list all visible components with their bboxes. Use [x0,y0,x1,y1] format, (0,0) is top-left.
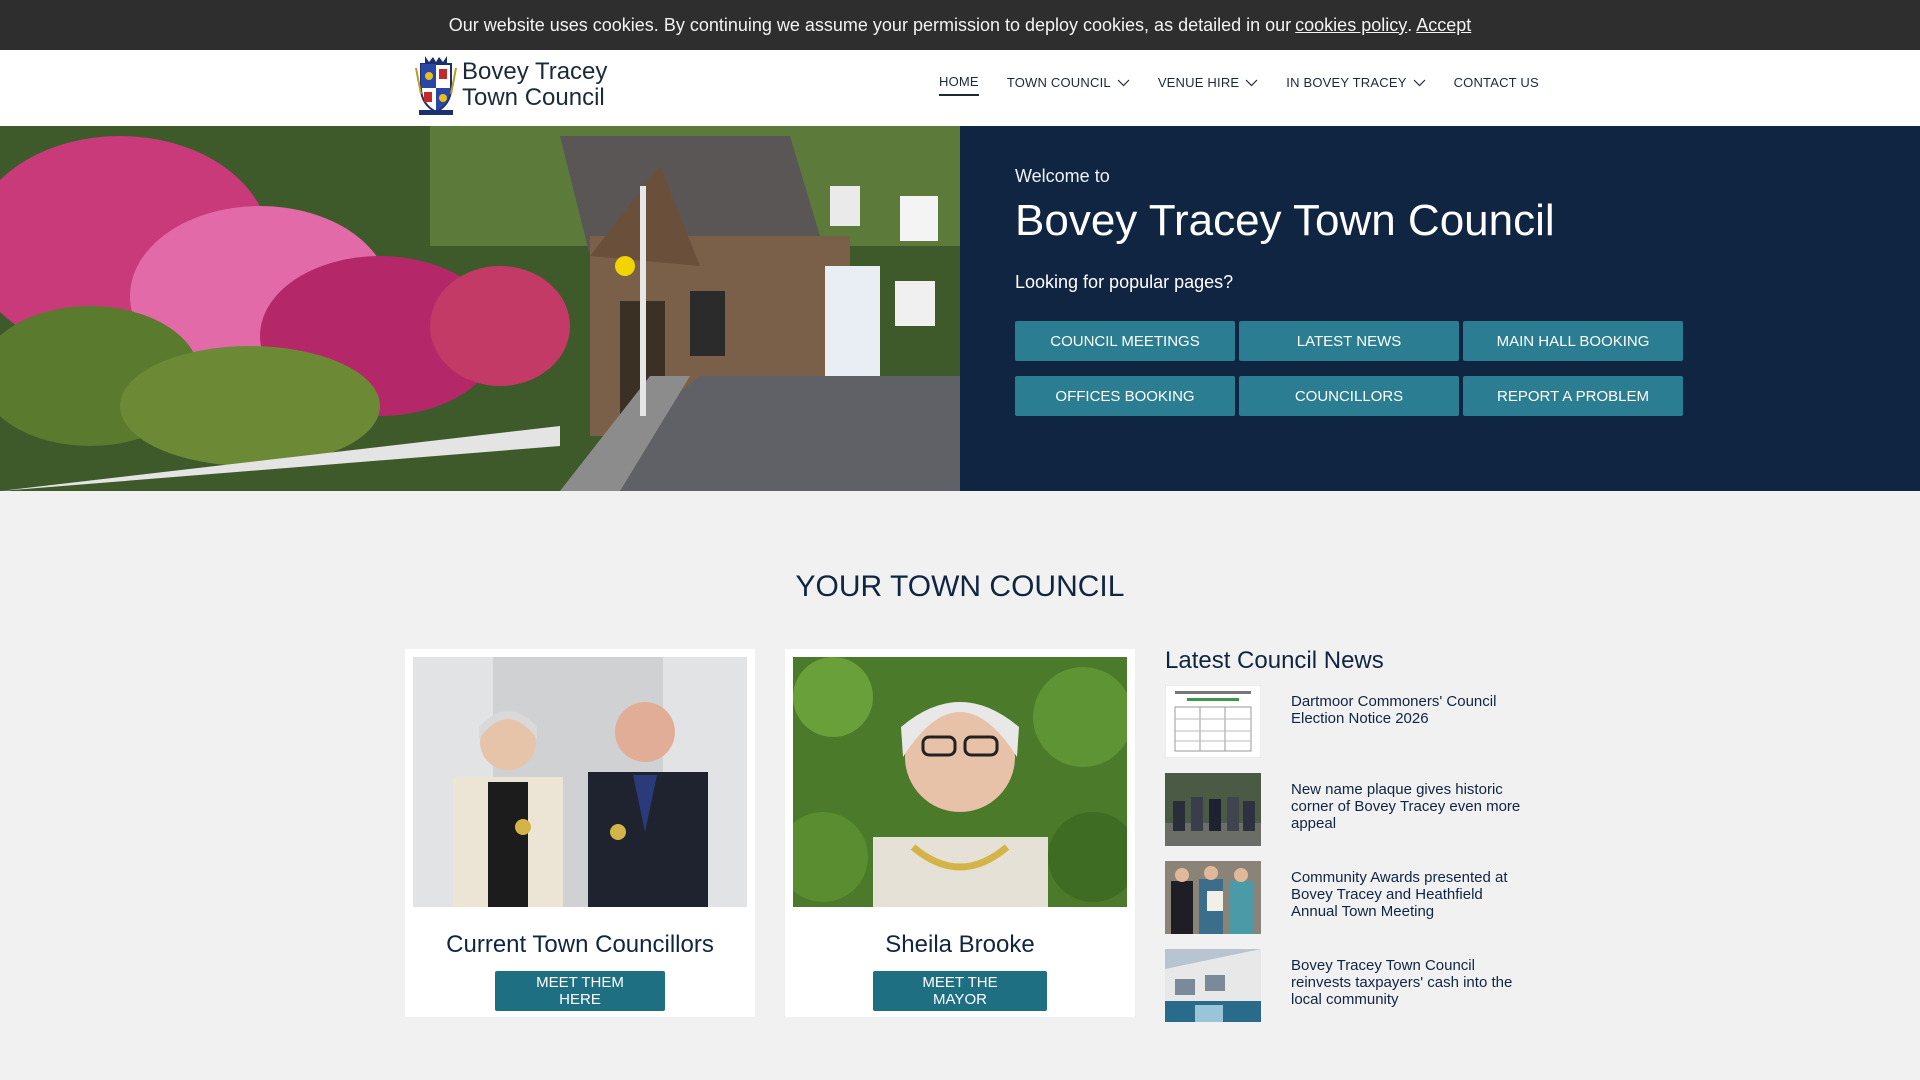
nav-home[interactable]: HOME [939,74,979,96]
popular-pages-label: Looking for popular pages? [1015,272,1234,292]
nav-contact-us-label: CONTACT US [1453,75,1539,90]
hero-title: Bovey Tracey Town Council [1015,196,1555,245]
cookie-banner: Our website uses cookies. By continuing … [0,0,1920,50]
news-item[interactable]: New name plaque gives historic corner of… [1165,773,1525,846]
news-thumbnail [1165,861,1261,934]
councillors-button[interactable]: COUNCILLORS [1239,376,1459,416]
news-headline: Community Awards presented at Bovey Trac… [1291,869,1508,920]
news-item[interactable]: Bovey Tracey Town Council reinvests taxp… [1165,949,1525,1022]
news-thumbnail [1165,949,1261,1022]
councillors-photo [413,657,747,907]
chevron-down-icon [1117,79,1130,86]
hero-image [0,126,960,491]
offices-booking-button[interactable]: OFFICES BOOKING [1015,376,1235,416]
latest-news-title: Latest Council News [1165,647,1384,674]
news-thumbnail [1165,773,1261,846]
site-header: Bovey Tracey Town Council HOME TOWN COUN… [0,50,1920,126]
main-hall-booking-button[interactable]: MAIN HALL BOOKING [1463,321,1683,361]
nav-contact-us[interactable]: CONTACT US [1454,75,1539,95]
latest-news-button[interactable]: LATEST NEWS [1239,321,1459,361]
cookie-message: Our website uses cookies. By continuing … [448,14,1292,35]
nav-venue-hire[interactable]: VENUE HIRE [1158,75,1258,95]
card-title: Current Town Councillors [446,931,714,958]
mayor-photo [793,657,1127,907]
news-headline: Bovey Tracey Town Council reinvests taxp… [1291,957,1513,1008]
logo-text: Bovey Tracey Town Council [462,59,607,111]
nav-in-bovey-tracey-label: IN BOVEY TRACEY [1286,75,1407,90]
logo-line-1: Bovey Tracey [462,58,608,85]
crest-icon [415,56,457,115]
news-item[interactable]: Dartmoor Commoners' Council Election Not… [1165,685,1525,758]
news-headline: New name plaque gives historic corner of… [1291,781,1521,832]
councillors-card: Current Town Councillors MEET THEM HERE [405,649,755,1017]
chevron-down-icon [1245,79,1258,86]
meet-the-mayor-button[interactable]: MEET THE MAYOR [873,971,1047,1011]
council-meetings-button[interactable]: COUNCIL MEETINGS [1015,321,1235,361]
report-a-problem-button[interactable]: REPORT A PROBLEM [1463,376,1683,416]
news-thumbnail [1165,685,1261,758]
nav-venue-hire-label: VENUE HIRE [1157,75,1240,90]
nav-in-bovey-tracey[interactable]: IN BOVEY TRACEY [1286,75,1425,95]
main-nav: HOME TOWN COUNCIL VENUE HIRE IN BOVEY TR… [939,74,1539,96]
news-item[interactable]: Community Awards presented at Bovey Trac… [1165,861,1525,934]
news-headline: Dartmoor Commoners' Council Election Not… [1291,693,1497,727]
latest-news-panel: Latest Council News Dartmoor Commoners' … [1165,647,1525,1037]
site-logo[interactable]: Bovey Tracey Town Council [415,54,607,116]
nav-town-council[interactable]: TOWN COUNCIL [1007,75,1130,95]
welcome-text: Welcome to [1015,166,1110,186]
popular-pages-buttons: COUNCIL MEETINGS LATEST NEWS MAIN HALL B… [1015,321,1685,416]
nav-town-council-label: TOWN COUNCIL [1006,75,1111,90]
card-title: Sheila Brooke [885,931,1035,958]
hero-section: Welcome to Bovey Tracey Town Council Loo… [0,126,1920,491]
chevron-down-icon [1413,79,1425,86]
meet-them-here-button[interactable]: MEET THEM HERE [495,971,665,1011]
cookie-accept-link[interactable]: Accept [1416,15,1471,36]
cookies-policy-link[interactable]: cookies policy [1295,15,1407,36]
nav-home-label: HOME [939,74,979,89]
cookie-separator: . [1407,14,1413,35]
mayor-card: Sheila Brooke MEET THE MAYOR [785,649,1135,1017]
section-title: YOUR TOWN COUNCIL [795,570,1125,603]
logo-line-2: Town Council [462,84,605,111]
